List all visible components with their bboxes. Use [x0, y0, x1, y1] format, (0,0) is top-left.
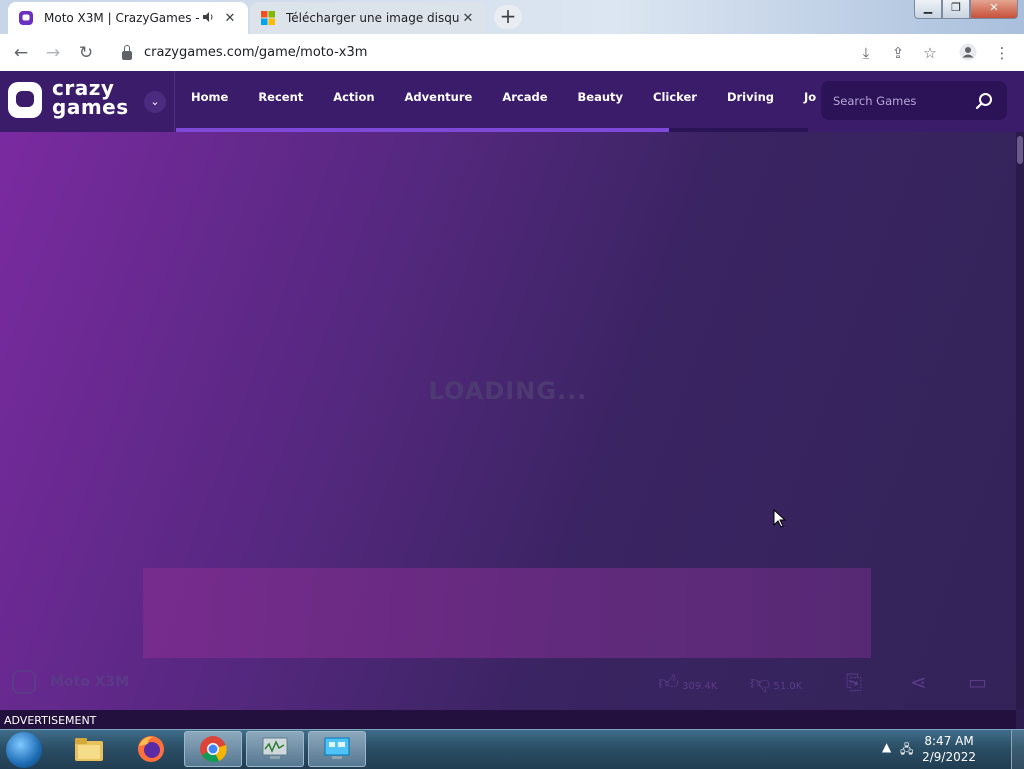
- site-header: crazy games ⌄ Home Recent Action Adventu…: [0, 71, 1024, 132]
- search-box[interactable]: Search Games: [821, 81, 1007, 120]
- microsoft-favicon-icon: [261, 11, 275, 25]
- firefox-icon: [138, 736, 164, 762]
- mouse-cursor-icon: [773, 509, 787, 528]
- game-toolbar: Moto X3M 👍︎ 309.4K 👎︎ 51.0K ⎘ ⋖ ▭: [0, 660, 1016, 710]
- share-button[interactable]: ⋖: [910, 670, 927, 699]
- game-title: Moto X3M: [50, 674, 130, 690]
- nav-beauty[interactable]: Beauty: [563, 71, 639, 132]
- dislike-count: 51.0K: [773, 681, 803, 692]
- crazygames-page: crazy games ⌄ Home Recent Action Adventu…: [0, 71, 1024, 729]
- share-icon[interactable]: ⇪: [888, 43, 908, 63]
- lock-icon: [122, 45, 132, 60]
- site-logo[interactable]: crazy games: [52, 78, 129, 119]
- loading-text: LOADING...: [428, 377, 588, 405]
- taskbar-clock[interactable]: 8:47 AM 2/9/2022: [922, 733, 976, 765]
- show-desktop-button[interactable]: [1011, 730, 1024, 769]
- page-scrollbar[interactable]: [1016, 132, 1024, 710]
- restore-button[interactable]: ❐: [942, 0, 970, 19]
- nav-home[interactable]: Home: [176, 71, 243, 132]
- dislike-button[interactable]: 👎︎ 51.0K: [750, 670, 802, 699]
- report-icon: ⎘: [846, 670, 862, 694]
- close-tab-icon[interactable]: ✕: [460, 11, 476, 26]
- windows-taskbar: ▲ 🖧︎ 8:47 AM 2/9/2022: [0, 729, 1024, 769]
- windows-start-button[interactable]: [6, 732, 42, 768]
- minimize-button[interactable]: ▁: [914, 0, 942, 19]
- chevron-down-icon[interactable]: ⌄: [144, 91, 166, 113]
- back-arrow-icon[interactable]: ←: [10, 42, 32, 64]
- folder-icon: [75, 738, 103, 761]
- install-app-icon[interactable]: ⤓: [856, 43, 876, 63]
- taskbar-firefox[interactable]: [122, 731, 180, 767]
- tab-title: Moto X3M | CrazyGames - Pl: [44, 11, 202, 25]
- clock-date: 2/9/2022: [922, 750, 976, 764]
- nav-arcade[interactable]: Arcade: [487, 71, 562, 132]
- advertisement-strip: ADVERTISEMENT: [0, 710, 1016, 729]
- fullscreen-icon: ▭: [968, 670, 987, 694]
- nav-clicker[interactable]: Clicker: [638, 71, 712, 132]
- menu-kebab-icon[interactable]: ⋮: [992, 43, 1012, 63]
- forward-arrow-icon[interactable]: →: [42, 42, 64, 64]
- taskbar-remote-desktop[interactable]: [308, 731, 366, 767]
- reload-icon[interactable]: ↻: [75, 42, 97, 64]
- new-tab-button[interactable]: +: [494, 5, 522, 29]
- category-nav: Home Recent Action Adventure Arcade Beau…: [176, 71, 831, 132]
- logo-line-2: games: [52, 95, 129, 119]
- like-button[interactable]: 👍︎ 309.4K: [658, 670, 717, 699]
- search-placeholder: Search Games: [833, 93, 917, 108]
- report-button[interactable]: ⎘: [846, 670, 862, 699]
- share-nodes-icon: ⋖: [910, 670, 927, 694]
- tab-telecharger[interactable]: Télécharger une image disque W ✕: [250, 2, 486, 34]
- game-frame[interactable]: LOADING... Moto X3M 👍︎ 309.4K 👎︎ 51.0K ⎘…: [0, 132, 1016, 710]
- nav-recent[interactable]: Recent: [243, 71, 318, 132]
- bookmark-star-icon[interactable]: ☆: [920, 43, 940, 63]
- profile-icon[interactable]: [958, 43, 978, 63]
- ad-banner[interactable]: [143, 568, 871, 658]
- close-tab-icon[interactable]: ✕: [222, 11, 238, 26]
- network-monitor-icon: [324, 737, 350, 759]
- chrome-icon: [200, 736, 227, 763]
- taskbar-explorer[interactable]: [60, 731, 118, 767]
- header-divider: [174, 71, 175, 132]
- search-icon[interactable]: [975, 92, 993, 110]
- fullscreen-button[interactable]: ▭: [968, 670, 987, 699]
- clock-time: 8:47 AM: [924, 734, 974, 748]
- browser-tabstrip: Moto X3M | CrazyGames - Pl ✕ Télécharger…: [0, 0, 1024, 34]
- thumbs-up-icon: 👍︎: [658, 670, 679, 694]
- taskbar-chrome[interactable]: [184, 731, 242, 767]
- address-bar[interactable]: crazygames.com/game/moto-x3m: [108, 38, 848, 67]
- system-tray: ▲ 🖧︎ 8:47 AM 2/9/2022: [864, 730, 1004, 769]
- crazygames-logo-icon[interactable]: [8, 82, 42, 118]
- browser-toolbar: ← → ↻ crazygames.com/game/moto-x3m ⤓ ⇪ ☆…: [0, 34, 1024, 72]
- nav-action[interactable]: Action: [318, 71, 389, 132]
- tab-moto-x3m[interactable]: Moto X3M | CrazyGames - Pl ✕: [8, 2, 248, 34]
- crazygames-favicon-icon: [19, 11, 33, 25]
- close-window-button[interactable]: ✕: [970, 0, 1018, 19]
- taskbar-task-manager[interactable]: [246, 731, 304, 767]
- speaker-icon[interactable]: [202, 11, 216, 26]
- scrollbar-thumb[interactable]: [1017, 136, 1023, 164]
- like-count: 309.4K: [682, 681, 718, 692]
- monitor-graph-icon: [262, 737, 288, 759]
- tab-title: Télécharger une image disque W: [286, 11, 460, 25]
- advertisement-label: ADVERTISEMENT: [4, 714, 97, 727]
- window-controls: ▁ ❐ ✕: [914, 0, 1018, 19]
- tray-expand-icon[interactable]: ▲: [882, 740, 891, 754]
- network-icon[interactable]: 🖧︎: [900, 740, 913, 761]
- nav-driving[interactable]: Driving: [712, 71, 789, 132]
- game-logo-icon: [12, 670, 36, 694]
- thumbs-down-icon: 👎︎: [750, 670, 771, 694]
- url-text: crazygames.com/game/moto-x3m: [144, 45, 368, 60]
- nav-adventure[interactable]: Adventure: [390, 71, 488, 132]
